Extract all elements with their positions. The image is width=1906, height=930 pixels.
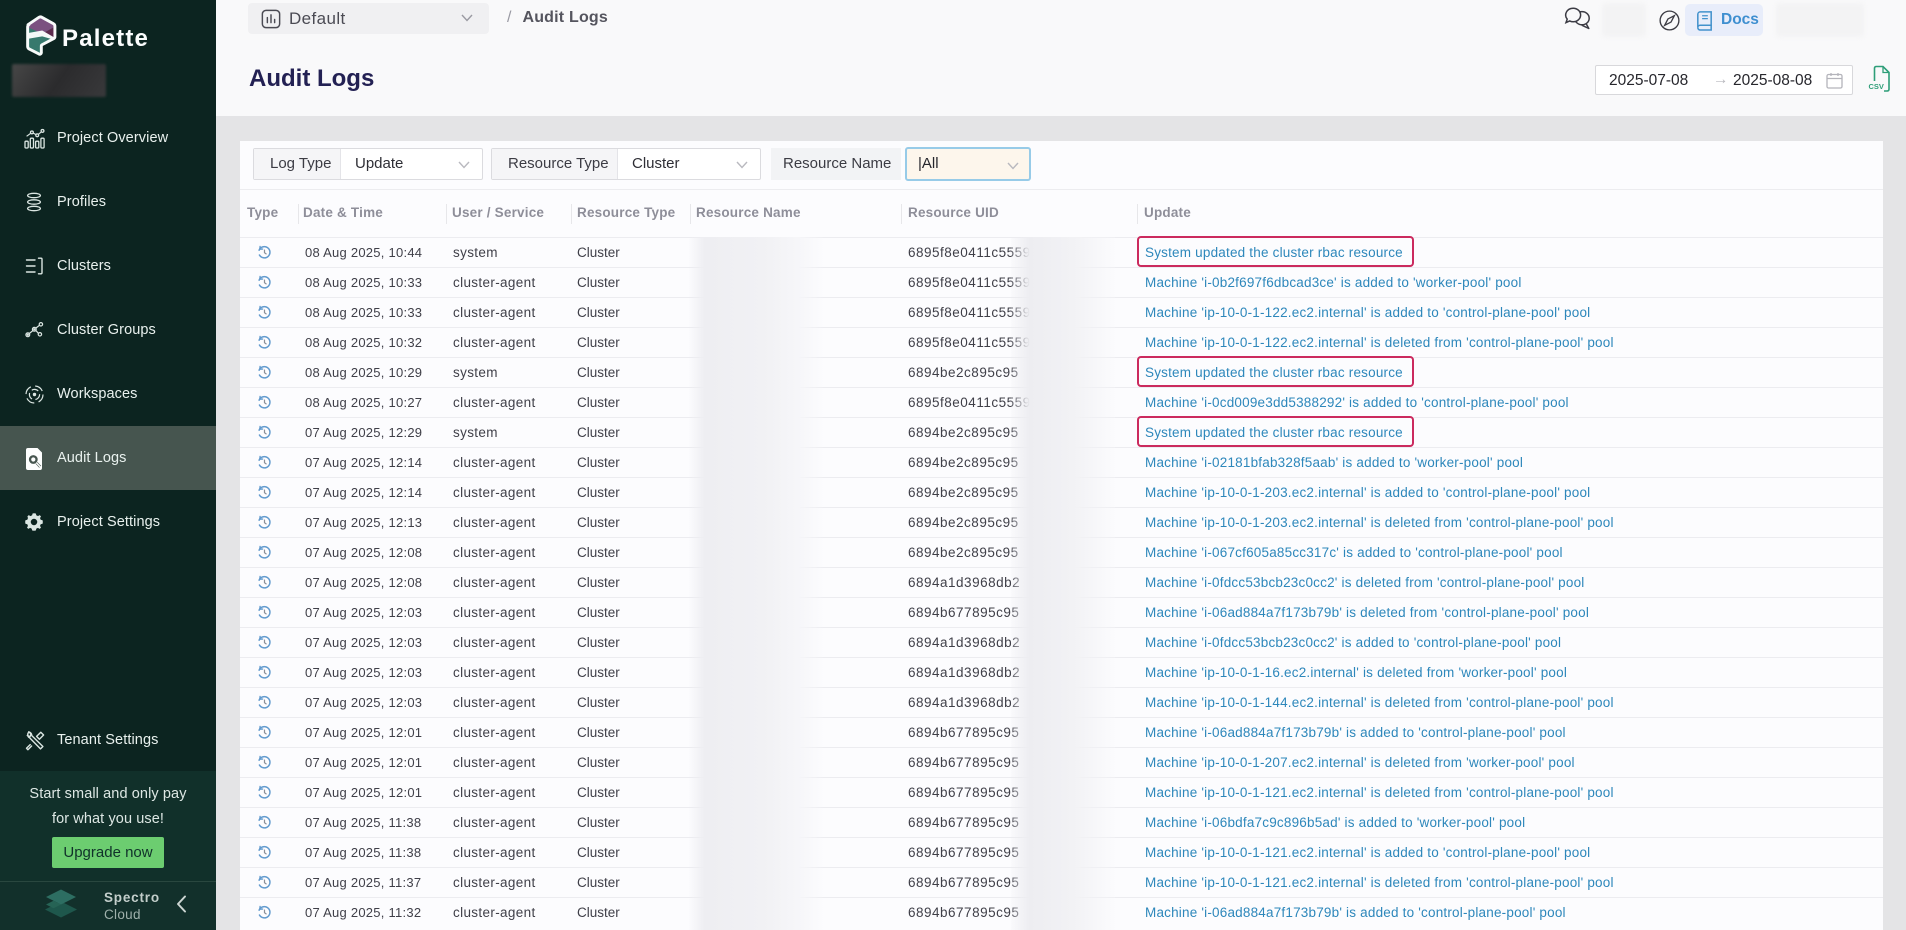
svg-text:CSV: CSV	[1869, 82, 1884, 91]
